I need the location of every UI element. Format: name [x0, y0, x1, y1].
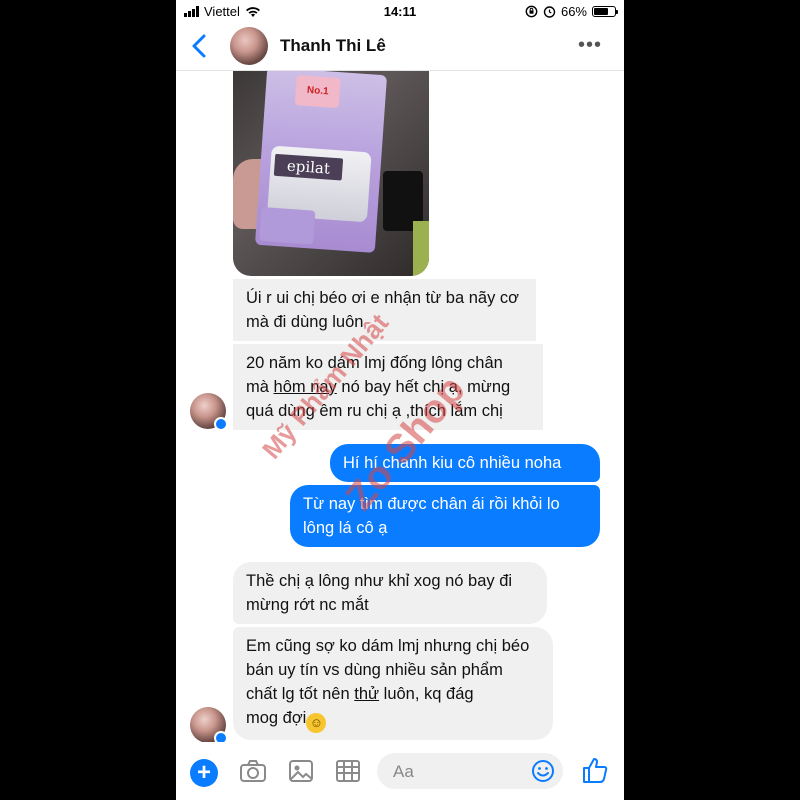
message-bubble-incoming[interactable]: Em cũng sợ ko dám lmj nhưng chị béo bán …: [233, 627, 553, 740]
message-bubble-incoming[interactable]: 20 năm ko dám lmj đống lông chân mà hôm …: [233, 344, 543, 430]
battery-percent: 66%: [560, 4, 587, 19]
message-bubble-incoming[interactable]: Úi r ui chị béo ơi e nhận từ ba nãy cơ m…: [233, 279, 536, 341]
thumbs-up-icon[interactable]: [580, 755, 610, 785]
sender-avatar[interactable]: [190, 393, 228, 431]
message-bubble-incoming[interactable]: Thề chị ạ lông như khỉ xog nó bay đi mừn…: [233, 562, 547, 624]
back-chevron-icon[interactable]: [186, 31, 214, 61]
message-composer: + Aa: [176, 742, 624, 800]
add-plus-icon[interactable]: +: [190, 759, 218, 787]
phone-screen: Viettel 14:11 66% Thanh Thi Lê ••• No.1 …: [176, 0, 624, 800]
conversation-header: Thanh Thi Lê •••: [176, 24, 624, 71]
emoji-smile-icon[interactable]: [531, 759, 555, 783]
messenger-badge-icon: [214, 417, 228, 431]
product-package: No.1 epilat: [254, 71, 388, 253]
contact-name[interactable]: Thanh Thi Lê: [280, 36, 386, 56]
table-grid-icon[interactable]: [333, 756, 363, 786]
message-bubble-outgoing[interactable]: Hí hí chanh kiu cô nhiều noha: [330, 444, 600, 482]
contact-avatar[interactable]: [230, 27, 268, 65]
battery-icon: [592, 6, 618, 17]
product-label: epilat: [273, 153, 344, 181]
sender-avatar[interactable]: [190, 707, 228, 742]
status-bar: Viettel 14:11 66%: [176, 0, 624, 24]
rotation-lock-icon: [525, 5, 538, 18]
camera-icon[interactable]: [238, 756, 268, 786]
grinning-face-emoji: ☺: [306, 713, 327, 733]
alarm-icon: [543, 6, 556, 18]
photo-gallery-icon[interactable]: [286, 756, 316, 786]
more-options-icon[interactable]: •••: [578, 34, 602, 57]
message-input[interactable]: Aa: [377, 753, 563, 789]
shared-photo[interactable]: No.1 epilat: [233, 71, 429, 276]
product-badge: No.1: [294, 75, 341, 109]
message-list: No.1 epilat Úi r ui chị béo ơi e nhận từ…: [176, 71, 624, 742]
message-bubble-outgoing[interactable]: Từ nay tìm được chân ái rồi khỏi lo lông…: [290, 485, 600, 547]
messenger-badge-icon: [214, 731, 228, 742]
